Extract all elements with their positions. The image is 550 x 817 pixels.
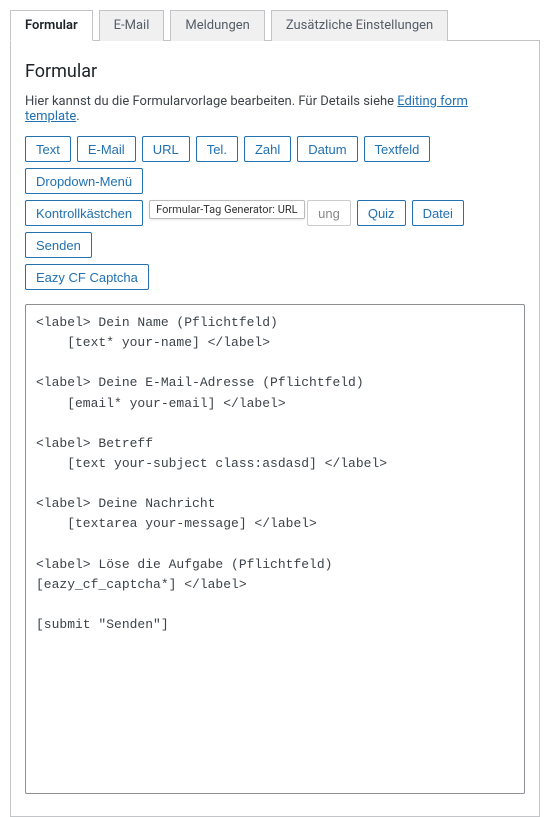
tag-generator-tooltip: Formular-Tag Generator: URL [149, 200, 304, 219]
tag-btn-datei[interactable]: Datei [412, 200, 464, 226]
tab-formular[interactable]: Formular [10, 10, 93, 41]
tab-email[interactable]: E-Mail [99, 10, 165, 41]
tag-btn-quiz[interactable]: Quiz [357, 200, 406, 226]
tab-zusaetzlich[interactable]: Zusätzliche Einstellungen [271, 10, 448, 41]
tag-row-1: Text E-Mail URL Tel. Zahl Datum Textfeld… [25, 136, 525, 194]
tab-nav: Formular E-Mail Meldungen Zusätzliche Ei… [10, 10, 540, 41]
desc-text-prefix: Hier kannst du die Formularvorlage bearb… [25, 94, 397, 109]
section-description: Hier kannst du die Formularvorlage bearb… [25, 94, 525, 124]
tag-btn-senden[interactable]: Senden [25, 232, 92, 258]
tag-btn-eazy-captcha[interactable]: Eazy CF Captcha [25, 264, 149, 290]
tag-btn-zahl[interactable]: Zahl [244, 136, 291, 162]
desc-text-suffix: . [76, 109, 79, 124]
tag-btn-email[interactable]: E-Mail [77, 136, 136, 162]
tag-btn-textfeld[interactable]: Textfeld [364, 136, 431, 162]
tag-btn-text[interactable]: Text [25, 136, 71, 162]
tag-btn-kontrollkaestchen[interactable]: Kontrollkästchen [25, 200, 143, 226]
form-template-editor[interactable] [25, 304, 525, 794]
tag-btn-tel[interactable]: Tel. [196, 136, 238, 162]
tag-btn-datum[interactable]: Datum [297, 136, 357, 162]
tag-btn-url[interactable]: URL [142, 136, 190, 162]
tag-row-2: Kontrollkästchen Formular-Tag Generator:… [25, 200, 525, 258]
tag-row-3: Eazy CF Captcha [25, 264, 525, 290]
tag-btn-dropdown[interactable]: Dropdown-Menü [25, 168, 143, 194]
tab-meldungen[interactable]: Meldungen [170, 10, 264, 41]
tag-btn-zustimmung-partial[interactable]: ung [307, 200, 351, 226]
section-title: Formular [25, 61, 525, 82]
tab-panel-formular: Formular Hier kannst du die Formularvorl… [10, 41, 540, 817]
